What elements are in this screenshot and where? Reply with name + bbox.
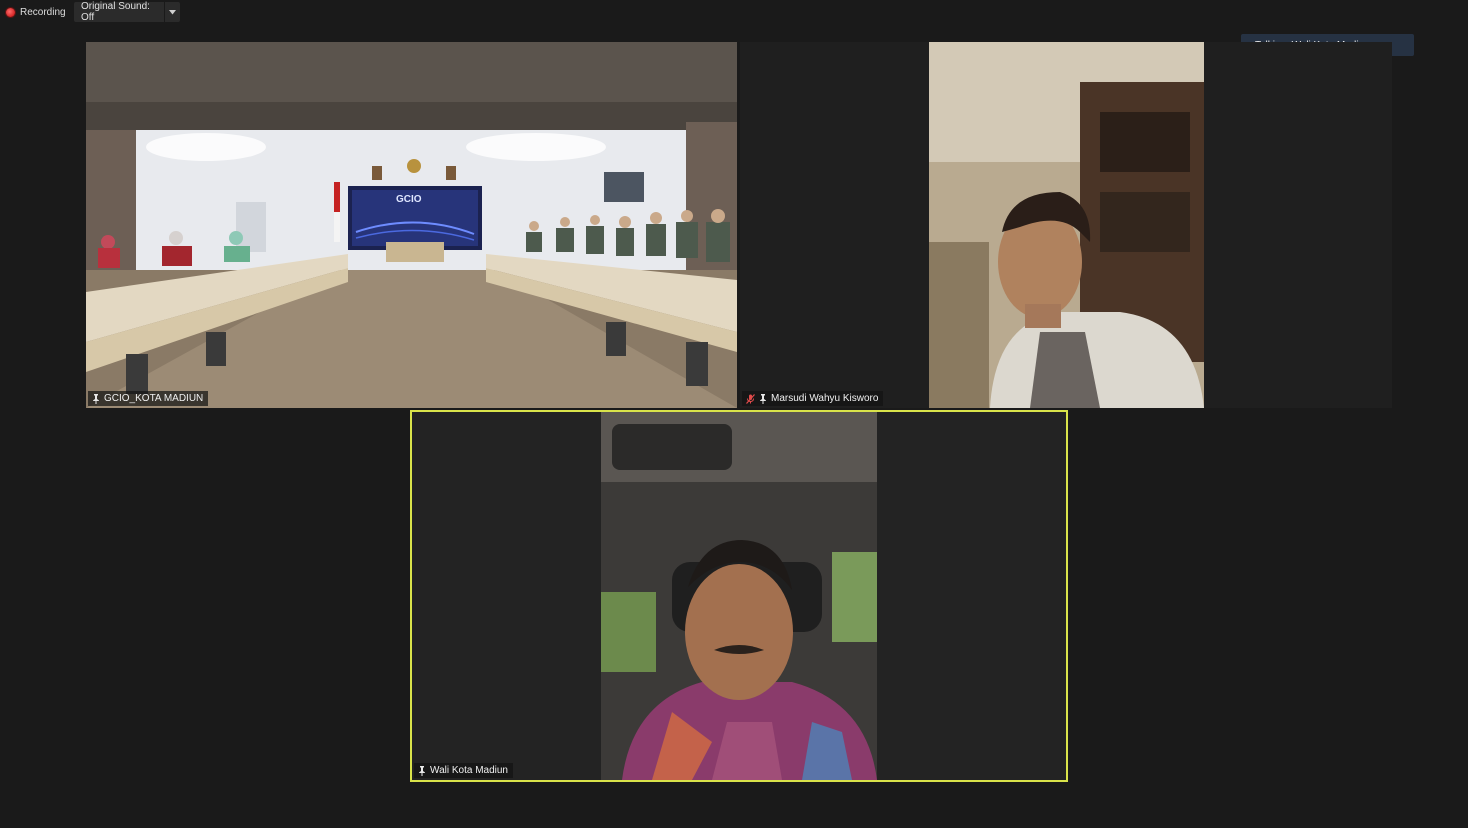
pin-icon bbox=[92, 393, 100, 404]
participant-name-tag: Wali Kota Madiun bbox=[414, 763, 513, 778]
record-icon bbox=[6, 7, 15, 17]
video-tile-gcio[interactable]: GCIO GCIO_KOTA MADIUN bbox=[86, 42, 737, 408]
microphone-muted-icon bbox=[746, 393, 755, 404]
video-feed-participant bbox=[412, 412, 1066, 780]
pin-icon bbox=[418, 765, 426, 776]
gcio-screen-text: GCIO bbox=[396, 194, 422, 205]
zoom-meeting-window: Recording Original Sound: Off Talking: W… bbox=[0, 0, 1468, 828]
original-sound-label: Original Sound: Off bbox=[81, 1, 150, 23]
recording-label: Recording bbox=[20, 6, 66, 18]
participant-name-tag: Marsudi Wahyu Kisworo bbox=[742, 391, 884, 406]
original-sound-dropdown[interactable]: Original Sound: Off bbox=[74, 1, 180, 23]
participant-name-tag: GCIO_KOTA MADIUN bbox=[88, 391, 209, 406]
video-tile-marsudi[interactable]: Marsudi Wahyu Kisworo bbox=[740, 42, 1392, 408]
video-tile-wali-kota[interactable]: Wali Kota Madiun bbox=[410, 410, 1068, 782]
pin-icon bbox=[759, 393, 767, 404]
video-feed-participant bbox=[740, 42, 1392, 408]
participant-name: GCIO_KOTA MADIUN bbox=[104, 393, 204, 404]
participant-name: Wali Kota Madiun bbox=[430, 765, 508, 776]
chevron-down-icon[interactable] bbox=[164, 2, 180, 22]
video-feed-conference-room: GCIO bbox=[86, 42, 737, 408]
recording-indicator[interactable]: Recording bbox=[6, 3, 66, 21]
participant-name: Marsudi Wahyu Kisworo bbox=[771, 393, 879, 404]
